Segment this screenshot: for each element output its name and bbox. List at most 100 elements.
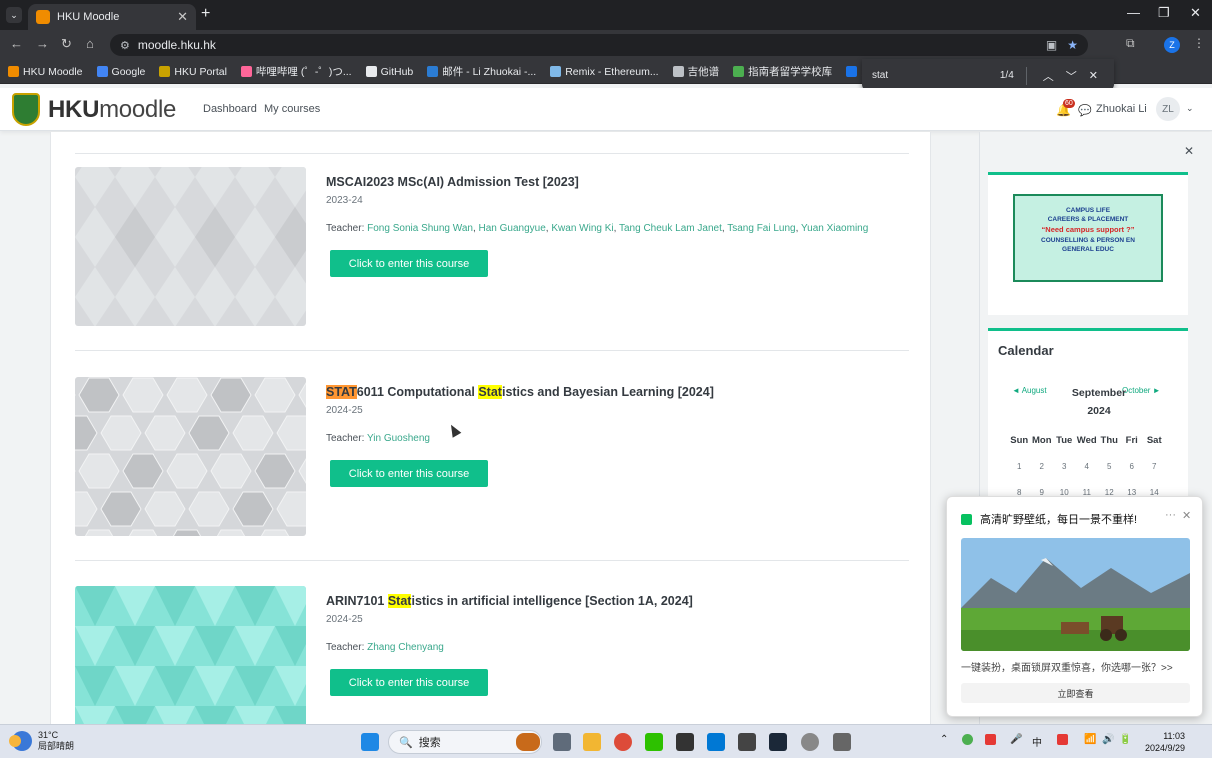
find-close-icon[interactable]: ✕ — [1089, 69, 1098, 82]
back-icon[interactable]: ← — [10, 36, 23, 51]
app-icon[interactable] — [833, 733, 851, 751]
nav-my-courses[interactable]: My courses — [264, 103, 320, 115]
drawer-close-icon[interactable]: ✕ — [1184, 144, 1194, 158]
bookmark-item[interactable]: HKU Moodle — [8, 66, 83, 78]
landscape-image[interactable] — [961, 538, 1190, 651]
app-icon[interactable] — [801, 733, 819, 751]
course-title[interactable]: MSCAI2023 MSc(AI) Admission Test [2023] — [326, 175, 579, 189]
wechat-icon[interactable] — [645, 733, 663, 751]
bookmark-favicon-icon — [159, 66, 171, 77]
bookmark-item[interactable]: HKU Portal — [159, 66, 227, 78]
nav-dashboard[interactable]: Dashboard — [203, 103, 257, 115]
popup-header: 高清旷野壁纸，每日一景不重样! — [961, 511, 1137, 527]
calendar-grid: Sun Mon Tue Wed Thu Fri Sat 1 2 3 4 5 6 7 8 9 10 11 12 13 14 — [1008, 427, 1166, 505]
teacher-link[interactable]: Fong Sonia Shung Wan — [367, 223, 473, 234]
steam-icon[interactable] — [769, 733, 787, 751]
course-title[interactable]: STAT6011 Computational Statistics and Ba… — [326, 385, 714, 399]
user-avatar[interactable]: ZL — [1156, 97, 1180, 121]
enter-course-button[interactable]: Click to enter this course — [330, 460, 488, 487]
teacher-link[interactable]: Tang Cheuk Lam Janet — [619, 223, 722, 234]
chrome-icon[interactable] — [614, 733, 632, 751]
browser-menu-icon[interactable]: ⋮ — [1193, 36, 1205, 50]
find-next-icon[interactable]: ﹀ — [1066, 68, 1077, 84]
calendar-day[interactable]: 5 — [1098, 462, 1121, 471]
start-menu-icon[interactable] — [361, 733, 379, 751]
bookmark-favicon-icon — [846, 66, 858, 77]
teacher-link[interactable]: Yuan Xiaoming — [801, 223, 868, 234]
ime-indicator[interactable]: 中 — [1032, 734, 1042, 749]
tray-app-icon[interactable] — [962, 734, 973, 745]
system-clock[interactable]: 11:03 2024/9/29 — [1145, 730, 1185, 754]
bookmark-item[interactable]: GitHub — [365, 66, 413, 78]
tab-hku-moodle[interactable]: HKU Moodle ✕ — [28, 4, 196, 30]
volume-icon[interactable]: 🔊 — [1102, 734, 1114, 745]
site-info-icon[interactable]: ⚙ — [120, 39, 130, 52]
address-bar[interactable]: ⚙ moodle.hku.hk ▣ ★ — [110, 34, 1088, 56]
weather-widget[interactable]: 31°C 局部晴朗 — [9, 730, 74, 752]
wifi-icon[interactable]: 📶 — [1084, 734, 1096, 745]
teacher-link[interactable]: Yin Guosheng — [367, 433, 430, 444]
task-view-icon[interactable] — [553, 733, 571, 751]
user-name[interactable]: Zhuokai Li — [1096, 103, 1147, 115]
course-teachers: Teacher: Zhang Chenyang — [326, 642, 444, 653]
course-title[interactable]: ARIN7101 Statistics in artificial intell… — [326, 594, 693, 608]
file-explorer-icon[interactable] — [583, 733, 601, 751]
enter-course-button[interactable]: Click to enter this course — [330, 669, 488, 696]
campus-support-banner[interactable]: CAMPUS LIFE CAREERS & PLACEMENT “Need ca… — [1013, 194, 1163, 282]
vscode-icon[interactable] — [707, 733, 725, 751]
user-menu-chevron-icon[interactable]: ⌄ — [1186, 103, 1194, 114]
course-thumbnail[interactable] — [75, 377, 306, 536]
bookmark-item[interactable]: 哔哩哔哩 (゜-゜)つ... — [240, 64, 352, 79]
close-tab-icon[interactable]: ✕ — [177, 9, 188, 25]
profile-avatar[interactable]: Z — [1164, 37, 1180, 53]
extensions-icon[interactable]: ⧉ — [1126, 36, 1135, 51]
new-tab-icon[interactable]: + — [201, 5, 210, 23]
course-thumbnail[interactable] — [75, 167, 306, 326]
bookmark-item[interactable]: Remix - Ethereum... — [550, 66, 659, 78]
find-previous-icon[interactable]: ︿ — [1043, 68, 1054, 84]
calendar-day[interactable]: 7 — [1143, 462, 1166, 471]
teacher-link[interactable]: Kwan Wing Ki — [551, 223, 613, 234]
mic-icon[interactable]: 🎤 — [1010, 734, 1022, 745]
popup-more-icon[interactable]: ··· — [1165, 509, 1176, 521]
find-input[interactable]: stat — [872, 70, 888, 81]
enter-course-button[interactable]: Click to enter this course — [330, 250, 488, 277]
bookmark-item[interactable]: 吉他谱 — [672, 64, 719, 79]
bookmark-item[interactable]: 邮件 - Li Zhuokai -... — [427, 64, 536, 79]
tab-search-chevron-icon[interactable]: ⌄ — [6, 7, 22, 23]
notification-count-badge: 60 — [1063, 99, 1075, 108]
popup-view-button[interactable]: 立即查看 — [961, 683, 1190, 703]
course-thumbnail[interactable] — [75, 586, 306, 724]
forward-icon[interactable]: → — [36, 36, 49, 51]
home-icon[interactable]: ⌂ — [86, 36, 94, 51]
weather-temp: 31°C — [38, 730, 59, 740]
bookmark-item[interactable]: 指南者留学学校库 — [733, 64, 832, 79]
teacher-link[interactable]: Tsang Fai Lung — [727, 223, 795, 234]
reader-icon[interactable]: ▣ — [1046, 38, 1057, 52]
calendar-prev-month[interactable]: ◄ August — [1012, 386, 1047, 395]
course-year: 2024-25 — [326, 405, 363, 416]
popup-close-icon[interactable]: ✕ — [1182, 509, 1191, 522]
tray-overflow-icon[interactable]: ⌃ — [940, 734, 948, 745]
calendar-day[interactable]: 3 — [1053, 462, 1076, 471]
bookmark-item[interactable]: Google — [96, 66, 145, 78]
restore-icon[interactable]: ❐ — [1158, 5, 1170, 21]
tray-app-icon[interactable] — [1057, 734, 1068, 745]
teacher-link[interactable]: Han Guangyue — [479, 223, 546, 234]
tray-app-icon[interactable] — [985, 734, 996, 745]
app-icon[interactable] — [738, 733, 756, 751]
minimize-icon[interactable]: — — [1127, 5, 1140, 20]
calendar-day[interactable]: 6 — [1121, 462, 1144, 471]
window-close-icon[interactable]: ✕ — [1190, 5, 1201, 21]
teacher-link[interactable]: Zhang Chenyang — [367, 642, 444, 653]
calendar-day[interactable]: 2 — [1031, 462, 1054, 471]
bookmark-star-icon[interactable]: ★ — [1067, 38, 1078, 52]
reload-icon[interactable]: ↻ — [61, 36, 72, 52]
site-logo[interactable]: HKUmoodle — [48, 96, 176, 124]
messages-icon[interactable]: 💬 — [1078, 104, 1092, 117]
moodle-navbar: HKUmoodle Dashboard My courses 🔔 60 💬 Zh… — [0, 88, 1212, 131]
calendar-day[interactable]: 4 — [1076, 462, 1099, 471]
battery-icon[interactable]: 🔋 — [1119, 734, 1131, 745]
terminal-icon[interactable] — [676, 733, 694, 751]
calendar-day[interactable]: 1 — [1008, 462, 1031, 471]
